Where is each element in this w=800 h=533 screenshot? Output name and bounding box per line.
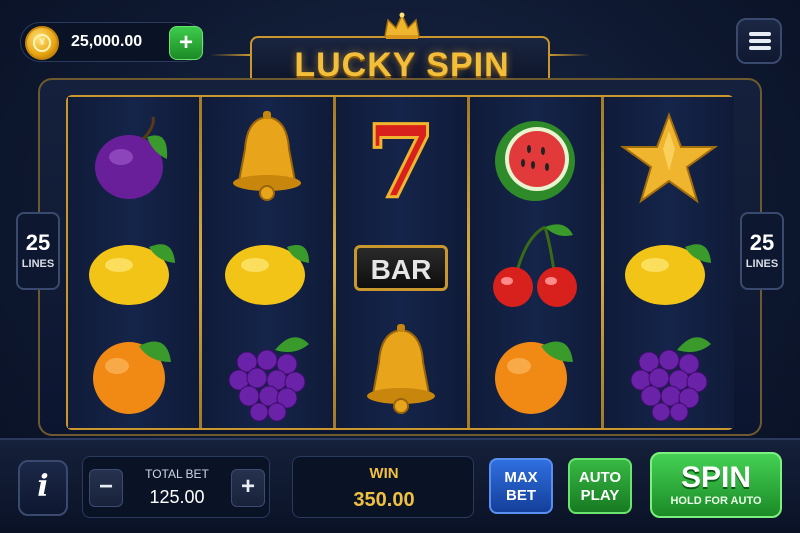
bar-symbol-text: BAR <box>370 254 432 285</box>
add-coins-button[interactable]: + <box>169 26 203 60</box>
title-ornament-left <box>210 54 250 56</box>
auto-play-label-line1: AUTO <box>578 469 622 486</box>
paylines-count: 25 <box>749 230 775 255</box>
lemon-icon <box>225 245 309 305</box>
spin-sublabel: HOLD FOR AUTO <box>670 495 762 507</box>
plum-icon <box>95 116 168 199</box>
max-bet-label-line2: BET <box>506 487 536 504</box>
menu-icon-bar <box>749 46 771 50</box>
lemon-icon <box>625 244 711 305</box>
paylines-label: LINES <box>21 258 55 270</box>
top-bar: ¥ 25,000.00 + LUCKY SPIN <box>0 0 800 86</box>
menu-icon-bar <box>749 32 771 36</box>
auto-play-label-line2: PLAY <box>580 487 620 504</box>
max-bet-label-line1: MAX <box>504 469 538 486</box>
grapes-icon <box>630 337 711 422</box>
paylines-badge-right: 25 LINES <box>740 212 784 290</box>
paylines-count: 25 <box>25 230 51 255</box>
bell-icon <box>233 111 301 201</box>
reel-1 <box>68 97 198 428</box>
increase-bet-button[interactable]: + <box>231 469 265 507</box>
win-value: 350.00 <box>353 489 415 511</box>
reels-window: 7 BAR <box>66 95 734 430</box>
win-label: WIN <box>369 465 399 482</box>
bar-icon: BAR <box>354 245 448 291</box>
coin-glyph: ¥ <box>33 34 51 52</box>
orange-icon <box>93 341 171 414</box>
reel-3: 7 BAR <box>336 97 466 428</box>
star-icon <box>619 112 719 204</box>
seven-glyph: 7 <box>366 109 436 209</box>
spin-button[interactable]: SPIN HOLD FOR AUTO <box>650 452 782 518</box>
paylines-badge-left: 25 LINES <box>16 212 60 290</box>
cherries-icon <box>493 224 577 307</box>
paylines-label: LINES <box>745 258 779 270</box>
watermelon-icon <box>495 121 575 201</box>
coin-icon: ¥ <box>25 26 59 60</box>
total-bet-panel: TOTAL BET 125.00 − + <box>82 456 270 518</box>
control-bar: i TOTAL BET 125.00 − + WIN 350.00 MAX BE… <box>0 438 800 533</box>
title-ornament-right <box>550 54 590 56</box>
reel-5 <box>604 97 734 428</box>
balance-value: 25,000.00 <box>71 33 143 50</box>
auto-play-button[interactable]: AUTO PLAY <box>568 458 632 514</box>
grapes-icon <box>228 337 309 422</box>
orange-icon <box>495 341 573 414</box>
spin-label: SPIN <box>680 461 752 494</box>
lemon-icon <box>89 244 175 305</box>
decrease-bet-button[interactable]: − <box>89 469 123 507</box>
reel-2 <box>202 97 332 428</box>
win-panel: WIN 350.00 <box>292 456 474 518</box>
crown-icon <box>384 12 420 39</box>
menu-button[interactable] <box>736 18 782 64</box>
bell-icon <box>367 324 435 414</box>
reel-4 <box>470 97 600 428</box>
menu-icon-bar <box>749 39 771 43</box>
info-button[interactable]: i <box>18 460 68 516</box>
seven-icon: 7 <box>365 109 438 209</box>
max-bet-button[interactable]: MAX BET <box>489 458 553 514</box>
balance-display: ¥ 25,000.00 + <box>20 22 204 62</box>
